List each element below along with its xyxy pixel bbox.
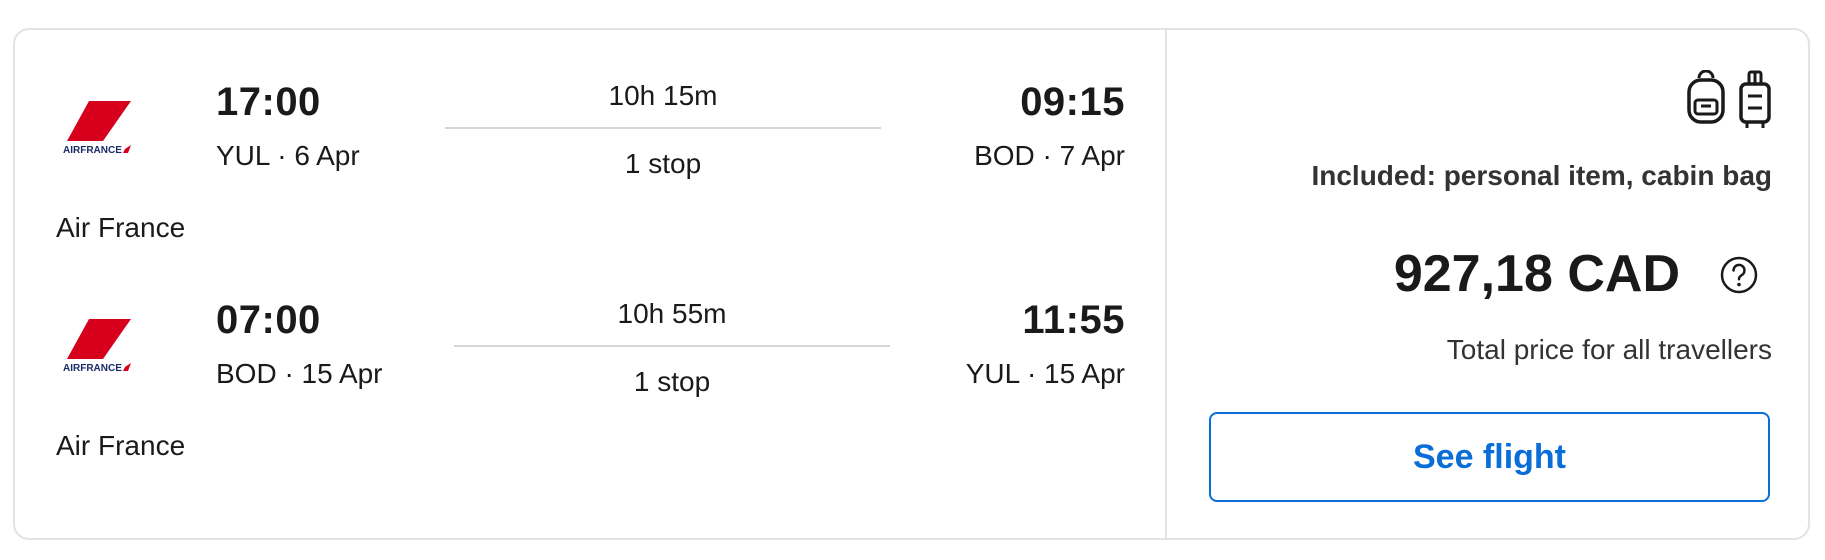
- cabin-bag-suitcase-icon: [1738, 70, 1772, 135]
- arrival-place-date: BOD · 7 Apr: [974, 140, 1125, 171]
- svg-text:AIRFRANCE: AIRFRANCE: [63, 145, 122, 156]
- included-baggage-text: Included: personal item, cabin bag: [1311, 160, 1772, 191]
- flight-result-card[interactable]: AIRFRANCE 17:00 YUL · 6 Apr 10h 15m 1 st…: [13, 28, 1810, 540]
- price-panel: Included: personal item, cabin bag 927,1…: [1167, 30, 1812, 538]
- price-note: Total price for all travellers: [1446, 334, 1772, 365]
- flight-duration: 10h 15m: [608, 80, 718, 111]
- see-flight-button[interactable]: See flight: [1209, 412, 1770, 502]
- air-france-logo: AIRFRANCE: [55, 315, 145, 385]
- departure-place-date: YUL · 6 Apr: [216, 140, 360, 171]
- arrival-time: 09:15: [1020, 80, 1125, 124]
- departure-place-date: BOD · 15 Apr: [216, 358, 383, 389]
- return-leg: AIRFRANCE 07:00 BOD · 15 Apr 10h 55m 1 s…: [15, 248, 1165, 468]
- total-price: 927,18 CAD: [1393, 245, 1680, 303]
- outbound-leg: AIRFRANCE 17:00 YUL · 6 Apr 10h 15m 1 st…: [15, 30, 1165, 250]
- airline-name: Air France: [56, 430, 186, 461]
- departure-time: 17:00: [216, 80, 321, 124]
- flight-duration: 10h 55m: [617, 298, 727, 329]
- svg-text:AIRFRANCE: AIRFRANCE: [63, 363, 122, 374]
- departure-time: 07:00: [216, 298, 321, 342]
- baggage-icons: [1686, 69, 1772, 135]
- air-france-logo: AIRFRANCE: [55, 97, 145, 167]
- arrival-time: 11:55: [1022, 298, 1125, 342]
- stops-count: 1 stop: [633, 366, 711, 397]
- question-circle-icon[interactable]: [1720, 256, 1758, 294]
- arrival-place-date: YUL · 15 Apr: [965, 358, 1125, 389]
- stops-count: 1 stop: [624, 148, 702, 179]
- route-line: [445, 127, 881, 129]
- personal-item-backpack-icon: [1686, 69, 1726, 135]
- route-line: [454, 345, 890, 347]
- airline-name: Air France: [56, 212, 186, 243]
